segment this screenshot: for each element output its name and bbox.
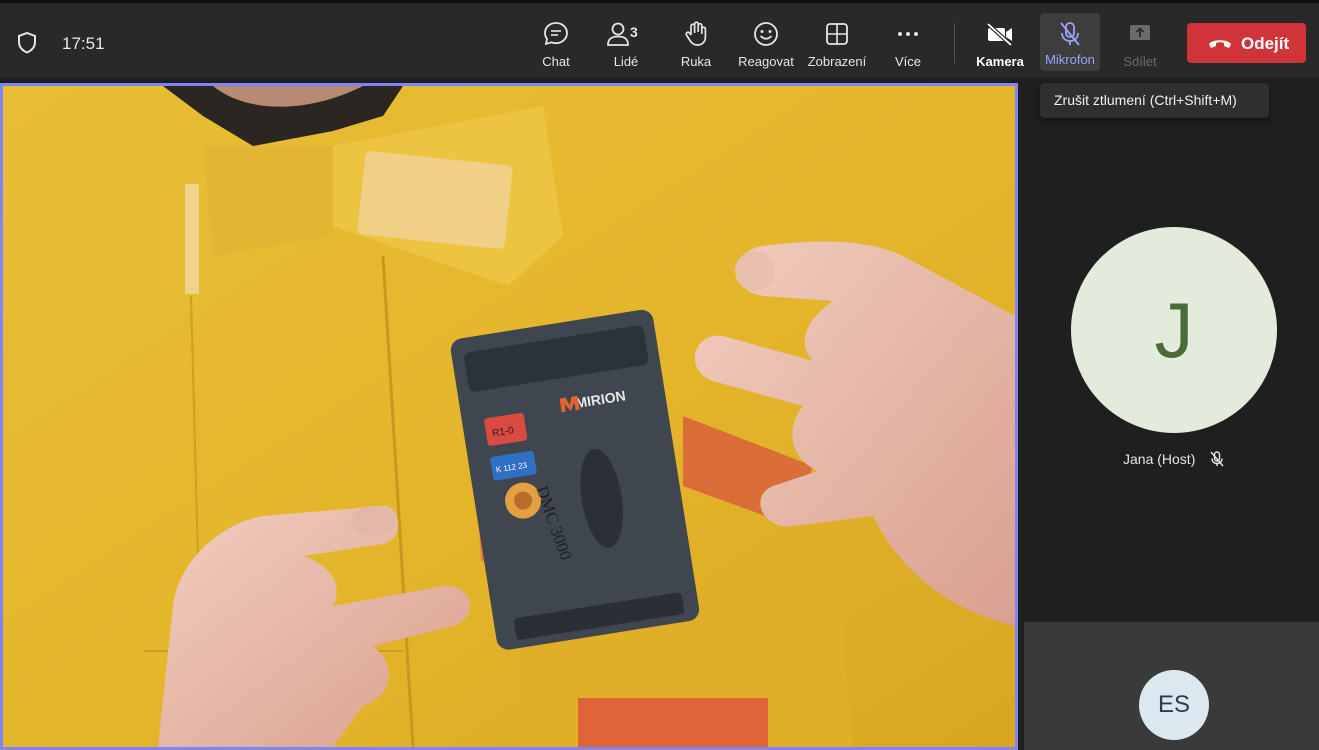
more-label: Více (894, 54, 921, 69)
hang-up-icon (1209, 40, 1231, 48)
microphone-button[interactable]: Mikrofon (1040, 13, 1100, 71)
avatar-initials: ES (1157, 691, 1190, 718)
grid-icon (826, 23, 848, 45)
avatar-initials: J (1154, 286, 1194, 374)
leave-button[interactable]: Odejít (1187, 23, 1306, 63)
chat-label: Chat (542, 54, 570, 69)
meeting-toolbar: 17:51 Chat 3 Lidé Ruka Reagovat Zobrazen… (0, 0, 1319, 78)
raise-hand-label: Ruka (680, 54, 712, 69)
share-button[interactable]: Sdílet (1108, 16, 1172, 76)
chat-button[interactable]: Chat (524, 16, 588, 76)
people-count-badge: 3 (630, 24, 638, 40)
shield-icon[interactable] (16, 31, 38, 55)
meeting-time: 17:51 (62, 34, 105, 53)
people-button[interactable]: 3 Lidé (594, 16, 658, 76)
react-label: Reagovat (738, 54, 794, 69)
toolbar-divider (954, 23, 955, 63)
participant-avatar-jana[interactable]: J (1071, 227, 1277, 433)
mic-off-icon (1060, 22, 1080, 46)
leave-label: Odejít (1241, 34, 1290, 53)
raise-hand-button[interactable]: Ruka (664, 16, 728, 76)
more-icon (898, 32, 918, 36)
share-label: Sdílet (1123, 54, 1157, 69)
camera-label: Kamera (976, 54, 1024, 69)
camera-off-icon (986, 22, 1013, 47)
people-icon (607, 22, 629, 46)
share-icon (1130, 25, 1150, 40)
participant-avatar-es[interactable]: ES (1139, 670, 1209, 740)
microphone-label: Mikrofon (1045, 52, 1095, 67)
mic-off-icon (1210, 451, 1224, 467)
hand-icon (685, 21, 707, 46)
view-button[interactable]: Zobrazení (805, 16, 869, 76)
view-label: Zobrazení (807, 54, 867, 69)
chat-icon (544, 22, 568, 46)
unmute-tooltip: Zrušit ztlumení (Ctrl+Shift+M) (1040, 83, 1269, 118)
camera-button[interactable]: Kamera (968, 16, 1032, 76)
participant-name: Jana (Host) (1123, 451, 1196, 467)
smiley-icon (754, 22, 778, 46)
more-button[interactable]: Více (876, 16, 940, 76)
video-frame: R1-0 K 112 23 MIRION DMC 3000 (3, 86, 1015, 747)
react-button[interactable]: Reagovat (734, 16, 798, 76)
people-label: Lidé (613, 54, 639, 69)
main-video-feed[interactable]: R1-0 K 112 23 MIRION DMC 3000 (0, 83, 1018, 750)
